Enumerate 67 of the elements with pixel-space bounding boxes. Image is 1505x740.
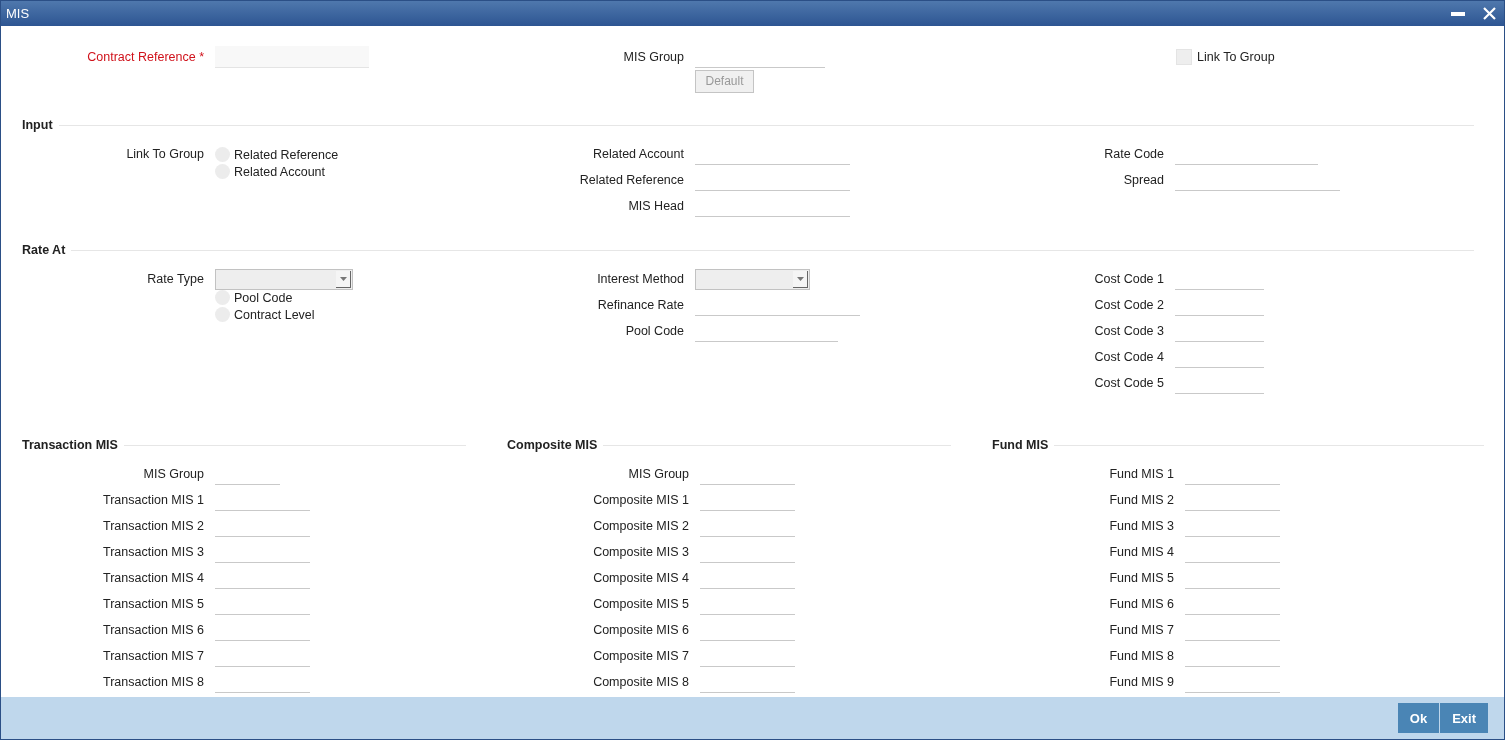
checkbox-label: Link To Group (1197, 50, 1275, 64)
dropdown[interactable] (695, 268, 810, 290)
field-label: Link To Group (125, 146, 205, 161)
section-title: Fund MIS (992, 438, 1049, 452)
window-title: MIS (6, 6, 30, 21)
field-label: Composite MIS 8 (592, 675, 690, 689)
minimize-icon[interactable] (1451, 11, 1465, 16)
radio-label: Pool Code (234, 290, 293, 305)
required-mark: * (199, 50, 204, 64)
field-label: Cost Code 1 (1093, 272, 1165, 286)
field-label: Composite MIS 7 (592, 649, 690, 663)
dropdown[interactable] (215, 268, 353, 290)
field-label: Pool Code (624, 324, 685, 338)
section-title: Input (22, 118, 53, 132)
field-label: Rate Code (1103, 147, 1165, 161)
field-label: MIS Group (622, 50, 685, 64)
field-label: Fund MIS 2 (1108, 493, 1175, 507)
field-label: Fund MIS 8 (1108, 649, 1175, 663)
field-label: Interest Method (596, 272, 685, 286)
field-label: Transaction MIS 8 (102, 675, 205, 689)
field-label: MIS Group (627, 467, 690, 481)
field-label: Cost Code 3 (1093, 324, 1165, 338)
field-label: Related Reference (578, 173, 685, 187)
field-label: Fund MIS 3 (1108, 519, 1175, 533)
radio-label: Related Reference (234, 147, 339, 162)
field-label: Transaction MIS 7 (102, 649, 205, 663)
field-label: Fund MIS 9 (1108, 675, 1175, 689)
field-label: Composite MIS 5 (592, 597, 690, 611)
field-label: Contract Reference * (86, 50, 205, 64)
field-label: Transaction MIS 6 (102, 623, 205, 637)
ok-button[interactable]: Ok (1397, 703, 1440, 733)
section-title: Composite MIS (507, 438, 598, 452)
field-label: Related Account (591, 147, 685, 161)
field-label: Transaction MIS 5 (102, 597, 205, 611)
field-label: MIS Group (142, 467, 205, 481)
input-field[interactable] (215, 46, 369, 68)
field-label: Composite MIS 1 (592, 493, 690, 507)
field-label: Composite MIS 6 (592, 623, 690, 637)
caret-icon (336, 270, 351, 288)
radio-button[interactable] (215, 290, 230, 305)
field-label: Transaction MIS 1 (102, 493, 205, 507)
exit-button[interactable]: Exit (1440, 703, 1488, 733)
field-label: Refinance Rate (596, 298, 685, 312)
close-icon[interactable] (1483, 7, 1496, 20)
section-title: Transaction MIS (22, 438, 118, 452)
field-label: MIS Head (627, 199, 685, 213)
field-label: Fund MIS 7 (1108, 623, 1175, 637)
field-label: Composite MIS 2 (592, 519, 690, 533)
field-label: Fund MIS 5 (1108, 571, 1175, 585)
field-label: Cost Code 5 (1093, 376, 1165, 390)
caret-icon (793, 270, 808, 288)
field-label: Transaction MIS 4 (102, 571, 205, 585)
radio-label: Contract Level (234, 307, 315, 322)
field-label: Rate Type (146, 272, 205, 286)
field-label: Cost Code 4 (1093, 350, 1165, 364)
radio-label: Related Account (234, 164, 326, 179)
field-label: Fund MIS 4 (1108, 545, 1175, 559)
field-label: Composite MIS 3 (592, 545, 690, 559)
field-label: Transaction MIS 3 (102, 545, 205, 559)
field-label: Fund MIS 1 (1108, 467, 1175, 481)
field-label: Composite MIS 4 (592, 571, 690, 585)
field-label: Spread (1122, 173, 1165, 187)
section-title: Rate At (22, 243, 66, 257)
field-label: Fund MIS 6 (1108, 597, 1175, 611)
checkbox[interactable] (1176, 49, 1192, 65)
field-label: Cost Code 2 (1093, 298, 1165, 312)
field-label: Transaction MIS 2 (102, 519, 205, 533)
